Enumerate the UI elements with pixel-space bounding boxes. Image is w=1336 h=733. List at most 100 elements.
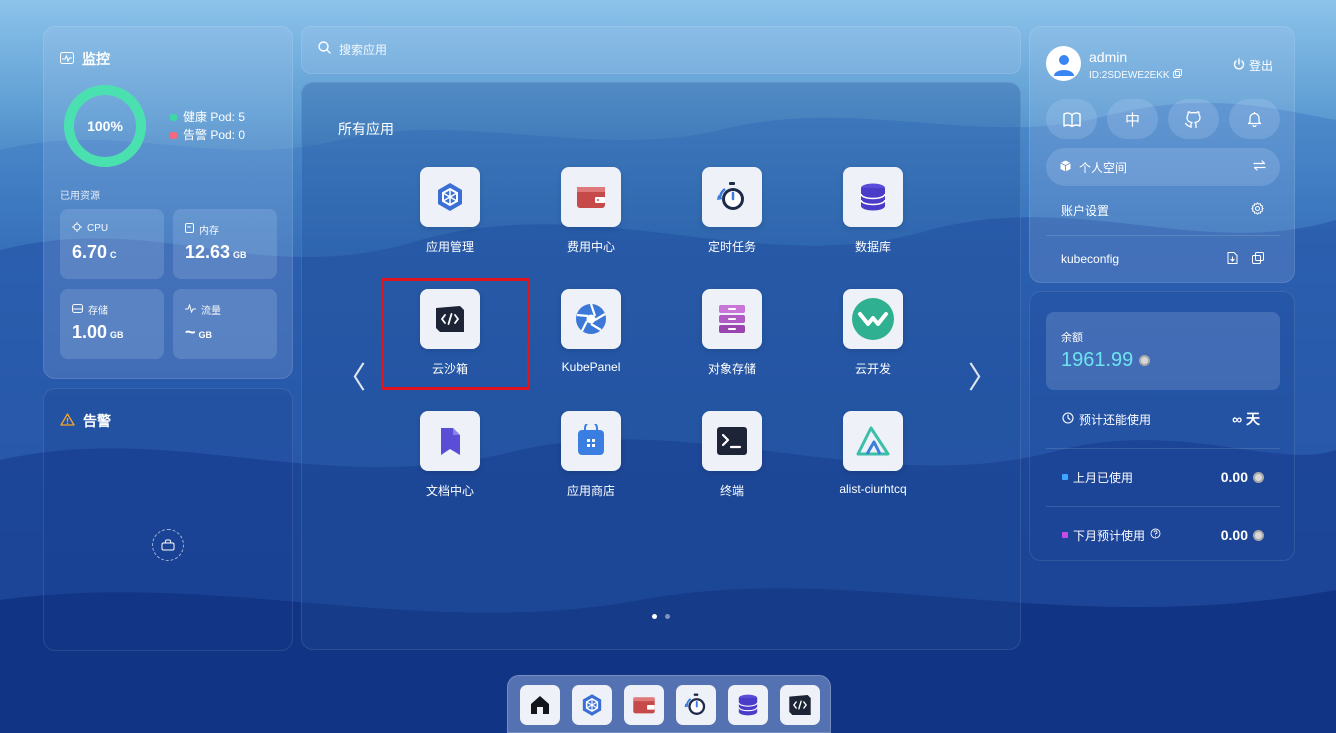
- healthy-pods-row: 健康 Pod: 5: [170, 108, 245, 126]
- user-id-row: ID:2SDEWE2EKK: [1089, 69, 1182, 81]
- healthy-pods-text: 健康 Pod: 5: [183, 110, 246, 124]
- next-month-value: 0.00: [1220, 527, 1248, 543]
- app-item-app-store[interactable]: 应用商店: [531, 411, 651, 511]
- health-percent: 100%: [87, 118, 123, 134]
- user-panel: admin ID:2SDEWE2EKK 登出 中 个人空间 账户设置 kubec…: [1029, 26, 1295, 283]
- prev-page-arrow[interactable]: 〈: [336, 353, 366, 397]
- app-manage-icon: [438, 183, 462, 211]
- logout-button[interactable]: 登出: [1233, 57, 1273, 74]
- notifications-button[interactable]: [1229, 99, 1280, 139]
- stat-cpu-unit: C: [110, 250, 117, 260]
- page-dot-active[interactable]: [652, 614, 657, 619]
- workspace-switcher[interactable]: 个人空间: [1046, 148, 1280, 186]
- avatar[interactable]: [1046, 46, 1081, 81]
- app-item-docs[interactable]: 文档中心: [390, 411, 510, 511]
- app-item-app-manage[interactable]: 应用管理: [390, 167, 510, 267]
- alert-pods-row: 告警 Pod: 0: [170, 126, 245, 144]
- next-month-label: 下月预计使用: [1073, 528, 1146, 543]
- page-dot[interactable]: [665, 614, 670, 619]
- app-item-cloud-dev[interactable]: 云开发: [813, 289, 933, 389]
- copy-icon[interactable]: [1252, 251, 1264, 267]
- cost-center-icon: [577, 187, 605, 208]
- logout-label: 登出: [1249, 59, 1274, 73]
- stat-memory: 内存 12.63 GB: [173, 209, 277, 279]
- help-icon[interactable]: [1150, 528, 1161, 542]
- dock-database[interactable]: [728, 685, 768, 725]
- app-name: 云开发: [854, 362, 891, 376]
- docs-quick-button[interactable]: [1046, 99, 1097, 139]
- dock-app-manage[interactable]: [572, 685, 612, 725]
- bell-icon: [1247, 112, 1262, 127]
- alert-panel: 告警: [43, 388, 293, 651]
- last-month-label: 上月已使用: [1073, 470, 1134, 485]
- app-name: alist-ciurhtcq: [839, 482, 907, 496]
- stat-traffic-value: ~: [185, 322, 196, 342]
- language-button[interactable]: 中: [1107, 99, 1158, 139]
- apps-panel: 所有应用 〈 〉 应用管理 费用中心 定时任务 数据库 云沙箱 KubePane…: [301, 82, 1021, 650]
- app-item-database[interactable]: 数据库: [813, 167, 933, 267]
- warning-icon: [60, 413, 75, 429]
- account-settings-row[interactable]: 账户设置: [1046, 187, 1280, 233]
- app-item-alist[interactable]: alist-ciurhtcq: [813, 411, 933, 511]
- app-item-cloud-sandbox[interactable]: 云沙箱: [390, 289, 510, 389]
- kubepanel-icon: [576, 303, 606, 334]
- download-icon[interactable]: [1227, 251, 1238, 267]
- cloud-dev-icon: [852, 298, 894, 340]
- apps-title: 所有应用: [338, 121, 394, 137]
- docs-icon: [441, 428, 460, 455]
- app-name: 对象存储: [707, 362, 756, 376]
- stat-memory-label: 内存: [199, 226, 219, 237]
- balance-value: 1961.99: [1061, 349, 1134, 371]
- terminal-icon: [717, 427, 747, 455]
- stat-traffic-label: 流量: [201, 306, 221, 317]
- home-icon: [531, 696, 549, 714]
- cron-job-icon: [717, 182, 744, 210]
- app-item-cost-center[interactable]: 费用中心: [531, 167, 651, 267]
- dock-cloud-sandbox[interactable]: [780, 685, 820, 725]
- app-item-cron-job[interactable]: 定时任务: [672, 167, 792, 267]
- monitor-title: 监控: [82, 51, 110, 67]
- app-item-kubepanel[interactable]: KubePanel: [531, 289, 651, 389]
- copy-id-icon[interactable]: [1172, 69, 1182, 81]
- balance-panel: 余额 1961.99 预计还能使用 ∞ 天 上月已使用 0.00 下月预计使用: [1029, 291, 1295, 561]
- app-item-terminal[interactable]: 终端: [672, 411, 792, 511]
- database-icon: [860, 183, 886, 211]
- monitor-icon: [60, 51, 74, 67]
- clock-icon: [1062, 411, 1074, 427]
- user-id: ID:2SDEWE2EKK: [1089, 69, 1170, 81]
- dock-cost-center[interactable]: [624, 685, 664, 725]
- stat-cpu: CPU 6.70 C: [60, 209, 164, 279]
- app-name: 费用中心: [566, 240, 615, 254]
- page-indicator: [652, 614, 670, 619]
- pod-legend: 健康 Pod: 5 告警 Pod: 0: [170, 108, 245, 144]
- app-name: 终端: [719, 484, 744, 498]
- language-label: 中: [1124, 111, 1140, 129]
- cube-icon: [1060, 160, 1071, 175]
- cron-job-icon: [684, 693, 706, 715]
- coin-icon: [1253, 529, 1264, 541]
- healthy-dot: [170, 113, 177, 121]
- dock-cron-job[interactable]: [676, 685, 716, 725]
- app-store-icon: [578, 424, 604, 455]
- next-page-arrow[interactable]: 〉: [968, 353, 998, 397]
- remaining-row: 预计还能使用 ∞ 天: [1046, 394, 1280, 444]
- object-storage-icon: [719, 305, 745, 333]
- stat-storage-unit: GB: [110, 330, 124, 340]
- remaining-label: 预计还能使用: [1079, 412, 1152, 427]
- app-name: 定时任务: [707, 240, 756, 254]
- next-month-row: 下月预计使用 0.00: [1046, 510, 1280, 560]
- app-name: 文档中心: [425, 484, 474, 498]
- stat-storage-label: 存储: [88, 306, 108, 317]
- app-name: KubePanel: [561, 360, 621, 374]
- app-item-object-storage[interactable]: 对象存储: [672, 289, 792, 389]
- dock-home[interactable]: [520, 685, 560, 725]
- search-bar[interactable]: [301, 26, 1021, 74]
- search-input[interactable]: [339, 43, 939, 57]
- github-button[interactable]: [1168, 99, 1219, 139]
- last-month-value: 0.00: [1220, 469, 1248, 485]
- alert-pods-text: 告警 Pod: 0: [183, 128, 246, 142]
- book-icon: [1062, 111, 1081, 127]
- gear-icon: [1251, 202, 1264, 218]
- cost-center-icon: [633, 697, 655, 714]
- user-icon: [1053, 54, 1074, 76]
